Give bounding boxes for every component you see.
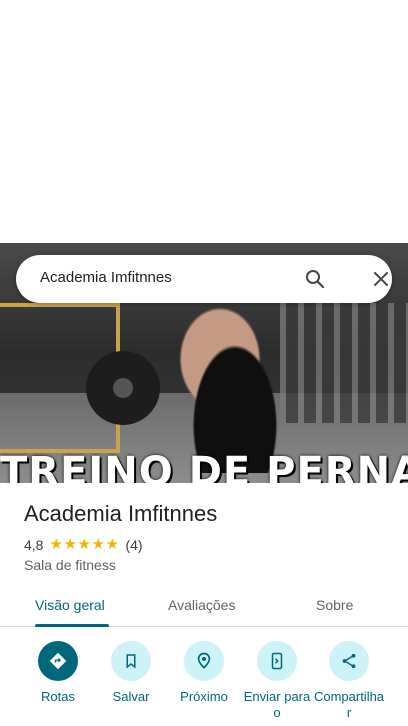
share-button[interactable]: Compartilhar [312, 641, 386, 721]
send-to-phone-label: Enviar para o [243, 689, 311, 720]
send-to-phone-button[interactable]: Enviar para o [240, 641, 314, 721]
star-rating: ★ ★ ★ ★ ★ [49, 536, 119, 553]
share-circle[interactable] [329, 641, 369, 681]
photo-weight-plate [86, 351, 160, 425]
share-label: Compartilhar [313, 689, 385, 720]
tab-about[interactable]: Sobre [316, 597, 353, 613]
search-query[interactable]: Academia Imfitnnes [40, 269, 172, 286]
photo-caption: TREINO DE PERNA [0, 449, 408, 483]
tab-bar: Visão geral Avaliações Sobre [0, 591, 408, 627]
share-icon [342, 653, 356, 669]
search-icon[interactable] [303, 267, 327, 291]
action-buttons: Rotas Salvar Próximo Enviar para o Compa… [0, 641, 408, 726]
bookmark-icon [126, 654, 136, 669]
send-to-phone-circle[interactable] [257, 641, 297, 681]
directions-circle[interactable] [38, 641, 78, 681]
star-icon: ★ [63, 536, 77, 553]
save-label: Salvar [112, 689, 150, 704]
search-bar[interactable]: Academia Imfitnnes [16, 255, 392, 303]
directions-icon [49, 652, 67, 670]
place-info-sheet: Academia Imfitnnes 4,8 ★ ★ ★ ★ ★ (4) Sal… [0, 483, 408, 726]
tab-overview[interactable]: Visão geral [35, 597, 105, 613]
nearby-icon [197, 652, 211, 669]
save-button[interactable]: Salvar [94, 641, 168, 705]
place-category: Sala de fitness [24, 557, 116, 573]
close-icon[interactable] [369, 267, 393, 291]
send-to-phone-icon [271, 652, 283, 670]
map-area[interactable] [0, 0, 408, 243]
star-icon: ★ [49, 536, 63, 553]
nearby-label: Próximo [180, 689, 228, 704]
star-icon: ★ [105, 536, 119, 553]
photo-person [160, 283, 310, 473]
nearby-circle[interactable] [184, 641, 224, 681]
star-icon: ★ [91, 536, 105, 553]
place-title: Academia Imfitnnes [24, 501, 218, 526]
save-circle[interactable] [111, 641, 151, 681]
review-count[interactable]: (4) [125, 537, 142, 553]
directions-button[interactable]: Rotas [21, 641, 95, 705]
rating-row[interactable]: 4,8 ★ ★ ★ ★ ★ (4) [24, 537, 143, 553]
nearby-button[interactable]: Próximo [167, 641, 241, 705]
star-icon: ★ [77, 536, 91, 553]
tab-reviews[interactable]: Avaliações [168, 597, 235, 613]
active-tab-indicator [35, 624, 109, 627]
directions-label: Rotas [41, 689, 75, 704]
rating-value: 4,8 [24, 537, 44, 553]
